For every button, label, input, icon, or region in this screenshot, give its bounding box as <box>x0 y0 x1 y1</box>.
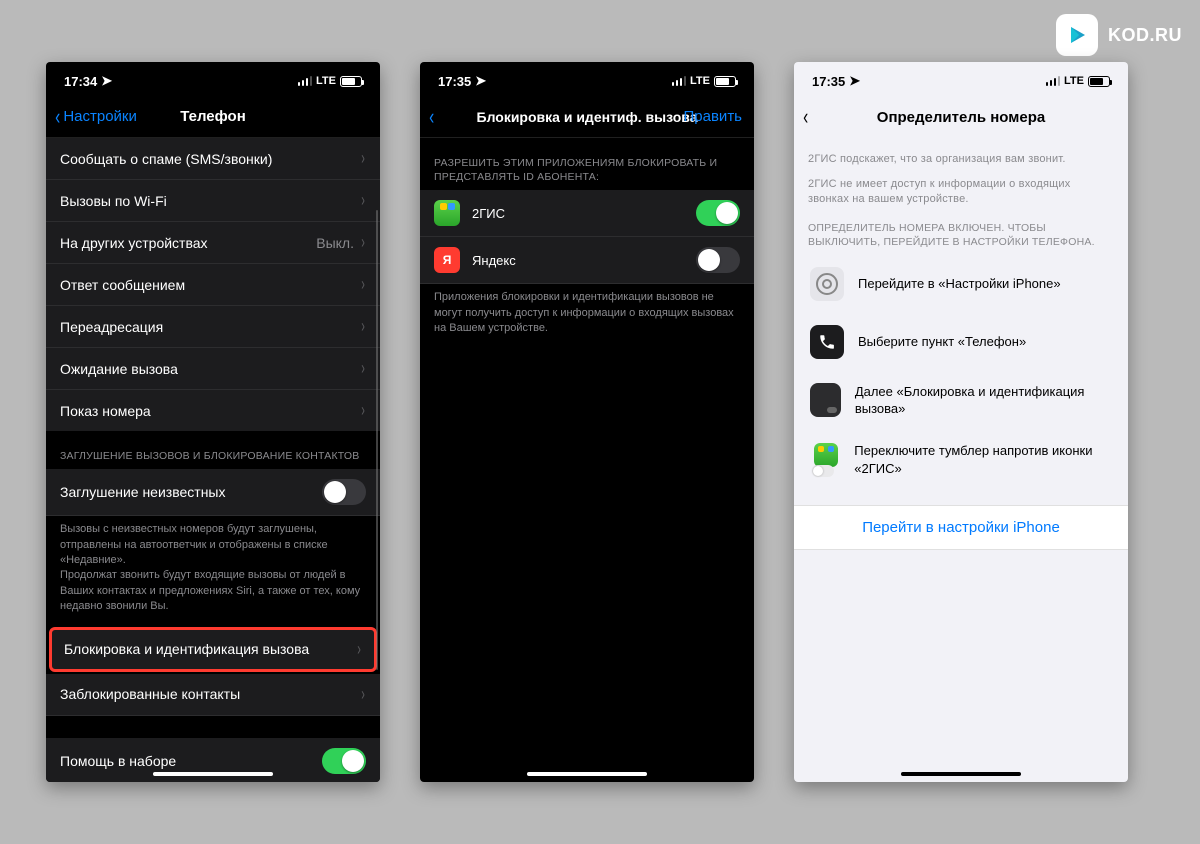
chevron-right-icon: › <box>361 232 365 253</box>
back-label: Настройки <box>63 108 137 125</box>
chevron-right-icon: › <box>361 684 365 705</box>
clock: 17:35 <box>812 74 845 89</box>
home-indicator[interactable] <box>901 772 1021 776</box>
back-button[interactable]: ‹ <box>802 96 809 138</box>
section-header-apps: РАЗРЕШИТЬ ЭТИМ ПРИЛОЖЕНИЯМ БЛОКИРОВАТЬ И… <box>420 138 754 190</box>
home-indicator[interactable] <box>527 772 647 776</box>
network-label: LTE <box>690 75 710 87</box>
back-button[interactable]: ‹ Настройки <box>54 96 137 137</box>
section-header-silence: ЗАГЛУШЕНИЕ ВЫЗОВОВ И БЛОКИРОВАНИЕ КОНТАК… <box>46 431 380 469</box>
cell-signal-icon <box>298 76 313 86</box>
footer-silence: Вызовы с неизвестных номеров будут заглу… <box>46 516 380 624</box>
app-row-yandex: Я Яндекс <box>420 237 754 284</box>
phone-call-blocking: 17:35 ➤ LTE ‹ Блокировка и идентиф. вызо… <box>420 62 754 782</box>
row-caller-id[interactable]: Показ номера› <box>46 390 380 431</box>
chevron-right-icon: › <box>361 358 365 379</box>
row-spam[interactable]: Сообщать о спаме (SMS/звонки)› <box>46 138 380 180</box>
toggle-2gis[interactable] <box>696 200 740 226</box>
app-label: 2ГИС <box>472 206 684 221</box>
network-label: LTE <box>1064 75 1084 87</box>
nav-bar: ‹ Определитель номера <box>794 96 1128 138</box>
settings-icon <box>810 267 844 301</box>
watermark-text: KOD.RU <box>1108 25 1182 46</box>
chevron-right-icon: › <box>361 316 365 337</box>
settings-group-calls: Сообщать о спаме (SMS/звонки)› Вызовы по… <box>46 138 380 431</box>
nav-title: Определитель номера <box>877 109 1045 126</box>
watermark: KOD.RU <box>1056 14 1182 56</box>
toggle-yandex[interactable] <box>696 247 740 273</box>
clock: 17:34 <box>64 74 97 89</box>
chevron-right-icon: › <box>361 274 365 295</box>
status-bar: 17:34 ➤ LTE <box>46 62 380 96</box>
blocking-app-icon <box>810 383 841 417</box>
chevron-right-icon: › <box>357 639 361 660</box>
row-other-devices[interactable]: На других устройствахВыкл.› <box>46 222 380 264</box>
chevron-right-icon: › <box>361 400 365 421</box>
app-label: Яндекс <box>472 253 684 268</box>
toggle-dial-assist[interactable] <box>322 748 366 774</box>
location-icon: ➤ <box>101 73 112 89</box>
row-call-blocking-id[interactable]: Блокировка и идентификация вызова › <box>49 627 377 672</box>
chevron-left-icon: ‹ <box>429 106 434 128</box>
cell-signal-icon <box>1046 76 1061 86</box>
phone-app-icon <box>810 325 844 359</box>
app-icon-yandex: Я <box>434 247 460 273</box>
app-icon-2gis <box>434 200 460 226</box>
status-bar: 17:35 ➤ LTE <box>420 62 754 96</box>
step-blocking: Далее «Блокировка и идентификация вызова… <box>794 371 1128 430</box>
location-icon: ➤ <box>849 73 860 89</box>
phone-2gis-caller-id: 17:35 ➤ LTE ‹ Определитель номера 2ГИС п… <box>794 62 1128 782</box>
location-icon: ➤ <box>475 73 486 89</box>
edit-button[interactable]: Править <box>684 96 743 137</box>
row-silence-unknown: Заглушение неизвестных <box>46 469 380 516</box>
kod-logo-icon <box>1056 14 1098 56</box>
step-settings: Перейдите в «Настройки iPhone» <box>794 255 1128 313</box>
app-2gis-toggle-icon <box>810 443 840 477</box>
nav-bar: ‹ Настройки Телефон <box>46 96 380 138</box>
scrollbar[interactable] <box>376 210 379 670</box>
step-toggle-2gis: Переключите тумблер напротив иконки «2ГИ… <box>794 430 1128 489</box>
cell-signal-icon <box>672 76 687 86</box>
chevron-left-icon: ‹ <box>803 106 808 128</box>
info-text-1: 2ГИС подскажет, что за организация вам з… <box>794 138 1128 173</box>
clock: 17:35 <box>438 74 471 89</box>
app-row-2gis: 2ГИС <box>420 190 754 237</box>
step-phone: Выберите пункт «Телефон» <box>794 313 1128 371</box>
network-label: LTE <box>316 75 336 87</box>
nav-bar: ‹ Блокировка и идентиф. вызова Править <box>420 96 754 138</box>
nav-title: Телефон <box>180 108 246 125</box>
info-text-2: 2ГИС не имеет доступ к информации о вход… <box>794 173 1128 213</box>
info-text-3: ОПРЕДЕЛИТЕЛЬ НОМЕРА ВКЛЮЧЕН. ЧТОБЫ ВЫКЛЮ… <box>794 213 1128 255</box>
row-wifi-calling[interactable]: Вызовы по Wi-Fi› <box>46 180 380 222</box>
row-call-waiting[interactable]: Ожидание вызова› <box>46 348 380 390</box>
chevron-right-icon: › <box>361 148 365 169</box>
toggle-silence-unknown[interactable] <box>322 479 366 505</box>
status-bar: 17:35 ➤ LTE <box>794 62 1128 96</box>
battery-icon <box>340 76 362 87</box>
open-settings-link[interactable]: Перейти в настройки iPhone <box>794 505 1128 550</box>
footer-apps: Приложения блокировки и идентификации вы… <box>420 284 754 346</box>
home-indicator[interactable] <box>153 772 273 776</box>
phone-settings-telephone: 17:34 ➤ LTE ‹ Настройки Телефон Сообщать… <box>46 62 380 782</box>
chevron-right-icon: › <box>361 190 365 211</box>
chevron-left-icon: ‹ <box>55 106 60 128</box>
battery-icon <box>1088 76 1110 87</box>
back-button[interactable]: ‹ <box>428 96 435 137</box>
nav-title: Блокировка и идентиф. вызова <box>477 109 698 125</box>
row-forwarding[interactable]: Переадресация› <box>46 306 380 348</box>
row-blocked-contacts[interactable]: Заблокированные контакты › <box>46 674 380 716</box>
row-respond-text[interactable]: Ответ сообщением› <box>46 264 380 306</box>
battery-icon <box>714 76 736 87</box>
